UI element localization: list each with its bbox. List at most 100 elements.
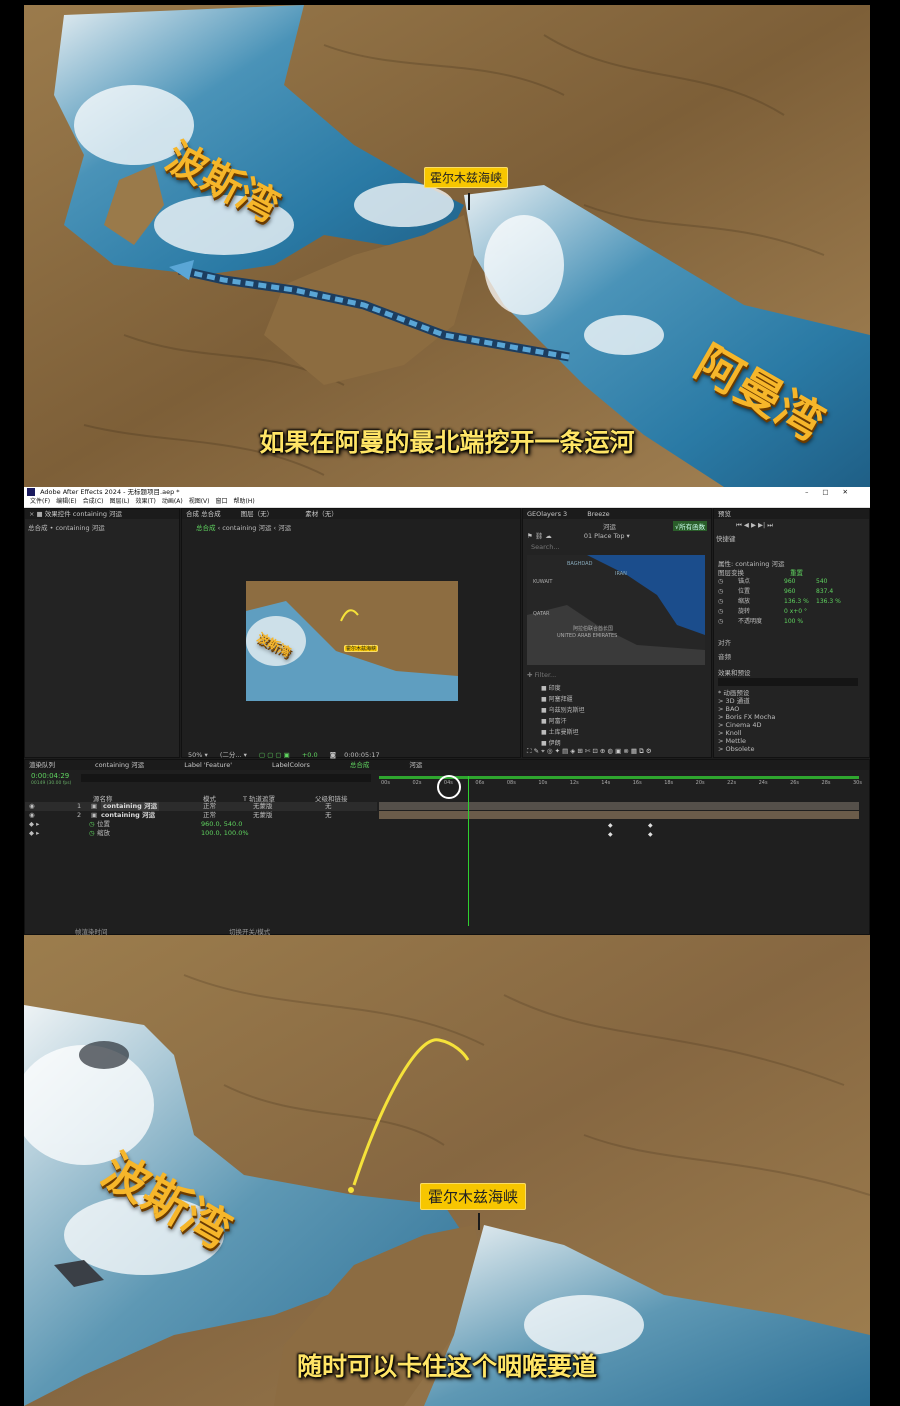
effects-presets-list: * 动画预设 > 3D 通道 > BAO > Boris FX Mocha > Cine… (718, 689, 868, 753)
crumb-canal[interactable]: 河运 (278, 524, 291, 532)
preview-transport[interactable]: ⏮ ◀ ▶ ▶| ⏭ (736, 521, 773, 530)
menu-item-1[interactable]: 编辑(E) (56, 498, 76, 505)
layer-bar-1[interactable] (379, 802, 859, 810)
geo-search-input[interactable]: Search... (531, 543, 560, 551)
timeline-tab[interactable]: 渲染队列 (29, 761, 55, 769)
reset-button[interactable]: 重置 (790, 567, 803, 577)
stopwatch-icon[interactable]: ◷ (718, 578, 723, 585)
geo-layer-item[interactable]: ■ 阿塞拜疆 (541, 694, 701, 705)
timeline-timecode[interactable]: 0:00:04:29 (31, 772, 69, 780)
geo-map-view[interactable]: BAGHDAD IRAN KUWAIT QATAR 阿拉伯联合酋长国 UNITE… (527, 555, 705, 665)
layer-visibility-icon[interactable]: ■ (541, 729, 547, 736)
ruler-tick-label: 24s (758, 780, 768, 786)
layer-visibility-icon[interactable]: ■ (541, 707, 547, 714)
keyframe-position-end[interactable]: ◆ (648, 822, 653, 829)
geo-bottom-toolbar[interactable]: ⛶ ✎ ⌖ ◎ ✦ ▤ ◈ ⊞ ✄ ⊡ ⊕ ◍ ▣ ⊗ ▦ ⧉ ⚙ (527, 747, 652, 756)
fx-category-item[interactable]: > Boris FX Mocha (718, 713, 868, 721)
layer-visibility-icon[interactable]: ◉ (29, 811, 35, 820)
geo-layer-item[interactable]: ■ 土库曼斯坦 (541, 727, 701, 738)
menu-item-3[interactable]: 图层(L) (110, 498, 130, 505)
layer-bar-2[interactable] (379, 811, 859, 819)
fx-category-item[interactable]: > BAO (718, 705, 868, 713)
menu-item-8[interactable]: 帮助(H) (234, 498, 255, 505)
properties-panel: 预览 ⏮ ◀ ▶ ▶| ⏭ 快捷键 属性: containing 河运 图层变换… (713, 508, 870, 758)
comp-preview-viewer[interactable]: 霍尔木兹海峡 波斯湾 (246, 581, 458, 701)
timeline-tab[interactable]: containing 河运 (95, 761, 144, 769)
cloud-icon[interactable]: ☁ (545, 532, 552, 540)
fx-category-item[interactable]: > Cinema 4D (718, 721, 868, 729)
comp-current-time[interactable]: 0:00:05:17 (344, 751, 380, 759)
timeline-layer-row[interactable]: ◉ 1 ▣ containing 河运 正常 无蒙版无 (25, 802, 377, 811)
layer-tab[interactable]: 图层（无） (241, 510, 274, 518)
camera-icon[interactable]: ◙ (330, 751, 336, 759)
geo-layer-item[interactable]: ■ 乌兹别克斯坦 (541, 705, 701, 716)
layer-visibility-icon[interactable]: ■ (541, 740, 547, 747)
menu-item-0[interactable]: 文件(F) (30, 498, 50, 505)
effects-search-input[interactable] (718, 678, 858, 686)
geo-label-qatar: QATAR (533, 611, 550, 617)
effect-controls-tab[interactable]: × ■ 效果控件 containing 河运 (25, 509, 179, 519)
fx-category-item[interactable]: > Obsolete (718, 745, 868, 753)
fx-category-item[interactable]: > Mettle (718, 737, 868, 745)
stopwatch-icon[interactable]: ◷ (718, 598, 723, 605)
all-functions-button[interactable]: √所有函数 (673, 521, 708, 531)
stopwatch-icon[interactable]: ◷ (718, 588, 723, 595)
breeze-tab[interactable]: Breeze (587, 510, 609, 518)
effects-presets-section[interactable]: 效果和预设 (718, 667, 751, 677)
timeline-tab[interactable]: LabelColors (272, 761, 310, 769)
comp-breadcrumbs: 总合成 ‹ containing 河运 ‹ 河运 (196, 524, 292, 532)
align-section[interactable]: 对齐 (718, 637, 731, 647)
timeline-layer-row[interactable]: ◉ 2 ▣ containing 河运 正常 无蒙版无 (25, 811, 377, 820)
menu-item-2[interactable]: 合成(C) (83, 498, 104, 505)
stopwatch-icon[interactable]: ◷ (89, 829, 95, 838)
geo-layer-item[interactable]: ■ 阿富汗 (541, 716, 701, 727)
keyframe-nav-icon[interactable]: ◆ ▸ (29, 820, 39, 829)
geo-layer-name: 河运 (603, 523, 616, 531)
layer-visibility-icon[interactable]: ■ (541, 696, 547, 703)
transform-prop-row: ◷ 锚点 960 540 (718, 578, 828, 585)
zoom-dropdown[interactable]: 50% (188, 751, 202, 759)
keyframe-position[interactable]: ◆ (608, 822, 613, 829)
menu-item-4[interactable]: 效果(T) (136, 498, 156, 505)
footage-tab[interactable]: 素材（无） (305, 510, 338, 518)
preview-tab[interactable]: 预览 (714, 509, 869, 519)
resolution-dropdown[interactable]: (二分... (220, 751, 242, 759)
geo-filter-input[interactable]: ✚ Filter... (527, 671, 556, 679)
pin-icon[interactable]: ⚑ (527, 532, 533, 540)
playhead[interactable] (468, 776, 469, 926)
fx-category-item[interactable]: > Knoll (718, 729, 868, 737)
crumb-containing[interactable]: containing 河运 (222, 524, 271, 532)
keyframe-scale[interactable]: ◆ (608, 831, 613, 838)
label-hormuz-strait: 霍尔木兹海峡 (420, 1183, 527, 1210)
menu-item-7[interactable]: 窗口 (215, 498, 227, 505)
comp-tab[interactable]: 合成 总合成 (186, 510, 221, 518)
timeline-search-input[interactable] (81, 774, 371, 782)
exposure-value[interactable]: +0.0 (302, 751, 318, 759)
menu-item-5[interactable]: 动画(A) (162, 498, 183, 505)
stopwatch-icon[interactable]: ◷ (718, 608, 723, 615)
audio-section[interactable]: 音频 (718, 651, 731, 661)
layer-visibility-icon[interactable]: ◉ (29, 802, 35, 811)
timeline-fps: 00149 (30.00 fps) (31, 781, 72, 786)
fx-category-item[interactable]: > 3D 通道 (718, 697, 868, 705)
effect-controls-panel: × ■ 效果控件 containing 河运 总合成 • containing … (24, 508, 180, 758)
layer-visibility-icon[interactable]: ■ (541, 685, 547, 692)
place-mode-dropdown[interactable]: 01 Place Top ▾ (584, 532, 630, 540)
keyframe-scale-end[interactable]: ◆ (648, 831, 653, 838)
geo-layer-item[interactable]: ■ 印度 (541, 683, 701, 694)
timeline-tab[interactable]: 总合成 (350, 761, 370, 769)
fx-category-item[interactable]: * 动画预设 (718, 689, 868, 697)
geolayers-tab[interactable]: GEOlayers 3 (527, 510, 567, 518)
stopwatch-icon[interactable]: ◷ (89, 820, 95, 829)
layer-visibility-icon[interactable]: ■ (541, 718, 547, 725)
timeline-tab[interactable]: Label 'Feature' (184, 761, 232, 769)
link-icon[interactable]: ⛓ (535, 532, 543, 540)
menu-item-6[interactable]: 视图(V) (189, 498, 210, 505)
keyframe-nav-icon[interactable]: ◆ ▸ (29, 829, 39, 838)
stopwatch-icon[interactable]: ◷ (718, 618, 723, 625)
window-controls[interactable]: –□✕ (805, 487, 862, 497)
geo-label-uae-cn: 阿拉伯联合酋长国 (573, 626, 614, 632)
view-toggle-icons[interactable]: ▢ ▢ ▢ ▣ (259, 751, 290, 759)
crumb-main[interactable]: 总合成 (196, 524, 216, 532)
timeline-tab[interactable]: 河运 (409, 761, 422, 769)
